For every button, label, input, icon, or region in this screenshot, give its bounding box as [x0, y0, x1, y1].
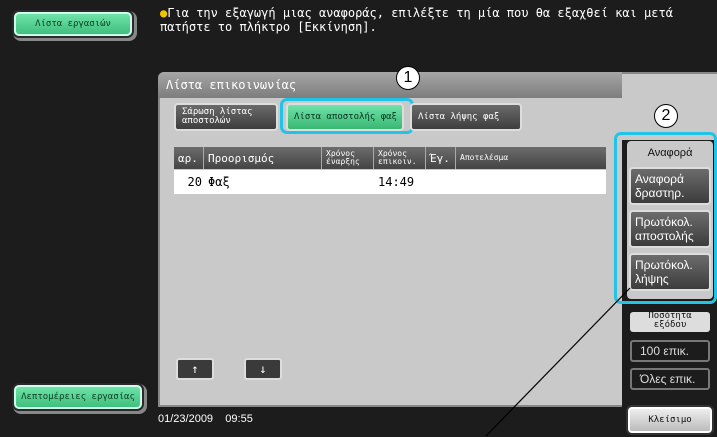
- tab-label: Λίστα λήψης φαξ: [418, 111, 500, 122]
- tab-label: Σάρωση λίστας αποστολών: [182, 107, 253, 126]
- column-header: Προορισμός: [204, 147, 322, 169]
- column-header: αρ.: [174, 147, 204, 169]
- cell-number: 20: [187, 175, 202, 189]
- tab-label: Λίστα αποστολής φαξ: [294, 111, 397, 122]
- column-header: Έγ.: [426, 147, 456, 169]
- job-list-button[interactable]: Λίστα εργασιών: [14, 12, 132, 36]
- callout-number-1: 1: [396, 66, 420, 90]
- tab-fax-send-list[interactable]: Λίστα αποστολής φαξ: [286, 103, 404, 131]
- button-label: Πρωτόκολ. αποστολής: [635, 215, 694, 243]
- left-column: [0, 0, 152, 437]
- status-bar: 01/23/2009 09:55: [158, 413, 358, 433]
- table-header: αρ. Προορισμός Χρόνος έναρξης Χρόνος επι…: [174, 147, 606, 169]
- option-all-entries[interactable]: Όλες επικ.: [630, 368, 710, 390]
- receive-protocol-button[interactable]: Πρωτόκολ. λήψης: [629, 253, 711, 291]
- job-details-label: Λεπτομέρειες εργασίας: [21, 391, 135, 402]
- tab-fax-receive-list[interactable]: Λίστα λήψης φαξ: [410, 103, 522, 131]
- output-quantity-header: Ποσότητα εξόδου: [630, 312, 710, 332]
- message-bar: ●Για την εξαγωγή μιας αναφοράς, επιλέξτε…: [152, 0, 717, 62]
- scroll-down-button[interactable]: ↓: [244, 358, 282, 380]
- send-protocol-button[interactable]: Πρωτόκολ. αποστολής: [629, 210, 711, 248]
- callout-number-2: 2: [654, 104, 678, 128]
- tab-scan-send-list[interactable]: Σάρωση λίστας αποστολών: [174, 103, 278, 131]
- cell-destination: Φαξ: [208, 175, 230, 189]
- cell-comm-time: 14:49: [378, 175, 415, 189]
- cell-result: [460, 170, 516, 194]
- close-label: Κλείσιμο: [648, 414, 692, 425]
- activity-report-button[interactable]: Αναφορά δραστηρ.: [629, 167, 711, 205]
- job-list-label: Λίστα εργασιών: [35, 18, 111, 29]
- arrow-up-icon: ↑: [191, 362, 199, 376]
- column-header: Χρόνος επικοιν.: [374, 147, 426, 169]
- scroll-up-button[interactable]: ↑: [176, 358, 214, 380]
- column-header: Χρόνος έναρξης: [322, 147, 374, 169]
- option-label: 100 επικ.: [640, 344, 689, 358]
- instruction-text: Για την εξαγωγή μιας αναφοράς, επιλέξτε …: [160, 6, 673, 34]
- arrow-down-icon: ↓: [259, 362, 267, 376]
- panel-title: Λίστα επικοινωνίας: [158, 72, 622, 98]
- option-100-entries[interactable]: 100 επικ.: [630, 340, 710, 362]
- callout-pointer-line: [485, 287, 631, 437]
- option-label: Όλες επικ.: [640, 372, 696, 386]
- column-header: Αποτελέσμα: [460, 153, 509, 162]
- status-time: 09:55: [225, 413, 253, 425]
- job-details-button[interactable]: Λεπτομέρειες εργασίας: [14, 385, 142, 409]
- report-header: Αναφορά: [647, 147, 693, 159]
- cell-start-time: [324, 170, 372, 194]
- table-row[interactable]: 20 Φαξ 14:49: [174, 170, 606, 194]
- status-date: 01/23/2009: [158, 413, 214, 425]
- button-label: Πρωτόκολ. λήψης: [635, 258, 693, 286]
- button-label: Αναφορά δραστηρ.: [635, 172, 685, 200]
- cell-pages: [430, 170, 454, 194]
- close-button[interactable]: Κλείσιμο: [628, 407, 712, 433]
